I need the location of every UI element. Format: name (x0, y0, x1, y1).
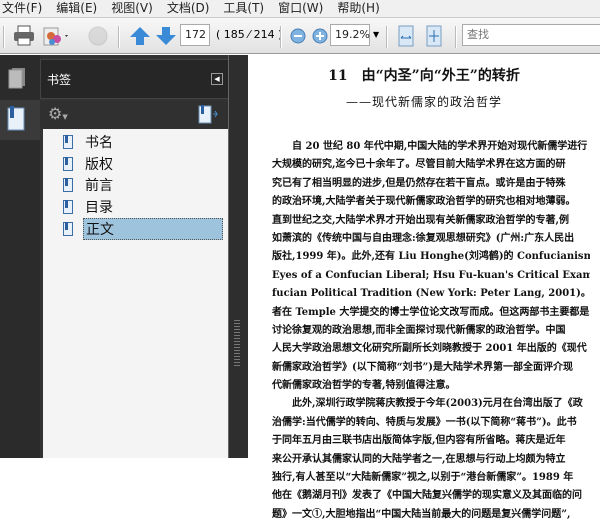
splitter-grip[interactable] (234, 320, 240, 368)
search-input[interactable] (462, 24, 600, 46)
text-line: 代新儒家政治哲学的专著,特别值得注意。 (272, 380, 456, 392)
text-line: 治儒学:当代儒学的转向、特质与发展》一书(以下简称“蒋书”)。此书 (272, 416, 577, 428)
previous-page-icon[interactable] (128, 24, 152, 48)
bookmarks-panel: 书签 ◀ ⚙▼ 书名 版权 前言 目录 正文 (40, 55, 230, 458)
toolbar-separator (3, 26, 5, 48)
menu-view[interactable]: 视图(V) (111, 0, 153, 17)
bookmarks-tab-icon[interactable] (0, 100, 40, 140)
zoom-in-icon[interactable] (312, 28, 328, 52)
zoom-level-input[interactable]: 19.2% (330, 24, 370, 46)
expand-bookmark-icon[interactable] (198, 105, 220, 129)
zoom-dropdown-icon[interactable]: ▼ (373, 30, 379, 39)
text-line: 他在《鹅湖月刊》发表了《中国大陆复兴儒学的现实意义及其面临的问 (272, 490, 582, 502)
text-line: 于同年五月由三联书店出版简体字版,但内容有所省略。蒋庆是近年 (272, 435, 566, 447)
page-count: ( 185 ⁄ 214 ) (216, 28, 283, 41)
bookmark-icon (63, 222, 73, 236)
text-line: 新儒家政治哲学》(以下简称“刘书”)是大陆学术界第一部全面评介现 (272, 361, 573, 373)
chapter-title: 11 由“内圣”向“外王”的转折 (328, 68, 520, 84)
text-line: 来公开承认其儒家认同的大陆学者之一,在思想与行动上均颇为特立 (272, 453, 566, 465)
next-page-icon[interactable] (154, 24, 178, 48)
menu-document[interactable]: 文档(D) (167, 0, 210, 17)
text-line: 此外,深圳行政学院蒋庆教授于今年(2003)元月在台湾出版了《政 (292, 398, 583, 410)
bookmark-item[interactable]: 书名 (63, 132, 115, 152)
bookmark-icon (63, 178, 73, 192)
text-line: 如萧滨的《传统中国与自由理念:徐复观思想研究》(广州:广东人民出 (272, 232, 575, 244)
menu-help[interactable]: 帮助(H) (337, 0, 379, 17)
document-page: 11 由“内圣”向“外王”的转折 ——现代新儒家的政治哲学 自 20 世纪 80… (248, 55, 600, 520)
panel-header: 书签 ◀ (40, 59, 230, 99)
toolbar-separator (455, 26, 457, 48)
zoom-out-icon[interactable] (290, 28, 306, 52)
text-line: 直到世纪之交,大陆学术界才开始出现有关新儒家政治哲学的专著,例 (272, 214, 569, 226)
text-line: 自 20 世纪 80 年代中期,中国大陆的学术界开始对现代新儒学进行 (292, 141, 588, 152)
toolbar-separator (118, 26, 120, 48)
options-gear-icon[interactable]: ⚙▼ (48, 104, 68, 123)
panel-title: 书签 (47, 73, 72, 87)
bookmark-item[interactable]: 前言 (63, 175, 115, 195)
text-line: 大规模的研究,迄今已十余年了。尽管目前大陆学术界在这方面的研 (272, 159, 566, 171)
toolbar-separator (386, 26, 388, 48)
menu-tools[interactable]: 工具(T) (223, 0, 264, 17)
text-line: 题》一文①,大胆地指出“中国大陆当前最大的问题是复兴儒学问题”, (272, 508, 571, 520)
bookmark-item[interactable]: 版权 (63, 154, 115, 174)
bookmark-icon (63, 135, 73, 149)
navigation-strip (0, 55, 40, 458)
bookmark-item[interactable]: 目录 (63, 197, 115, 217)
pages-icon[interactable] (8, 67, 26, 93)
menu-file[interactable]: 文件(F) (2, 0, 42, 17)
fit-page-icon[interactable] (426, 24, 442, 48)
menu-bar: 文件(F) 编辑(E) 视图(V) 文档(D) 工具(T) 窗口(W) 帮助(H… (0, 0, 600, 18)
bookmark-list: 书名 版权 前言 目录 正文 (43, 129, 228, 458)
chapter-subtitle: ——现代新儒家的政治哲学 (345, 95, 502, 109)
globe-icon (86, 24, 110, 48)
fit-width-icon[interactable] (398, 24, 414, 48)
menu-edit[interactable]: 编辑(E) (56, 0, 97, 17)
text-line: 的政治环境,大陆学者关于现代新儒家政治哲学的研究也相对地薄弱。 (272, 196, 576, 208)
text-line: Eyes of a Confucian Liberal; Hsu Fu-kuan… (272, 269, 590, 281)
toolbar-separator (280, 26, 282, 48)
text-line: 者在 Temple 大学提交的博士学位论文改写而成。但这两部书主要都是 (272, 306, 590, 318)
text-line: 独行,有人甚至以“大陆新儒家”视之,以别于“港台新儒家”。1989 年 (272, 472, 574, 484)
text-line: 讨论徐复观的政治思想,而非全面探讨现代新儒家的政治哲学。中国 (272, 324, 566, 336)
page-number-input[interactable]: 172 (180, 24, 210, 46)
bookmark-icon (63, 200, 73, 214)
text-line: 版社,1999 年)。此外,还有 Liu Honghe(刘鸿鹤)的 Confuc… (272, 251, 590, 263)
text-line: fucian Political Tradition (New York: Pe… (272, 288, 590, 300)
panel-splitter[interactable] (228, 55, 248, 458)
menu-window[interactable]: 窗口(W) (278, 0, 323, 17)
bookmark-item-selected[interactable]: 正文 (63, 218, 223, 240)
print-icon[interactable] (12, 24, 36, 48)
toolbar: 172 ( 185 ⁄ 214 ) 19.2% ▼ (0, 18, 600, 54)
bookmark-icon (63, 157, 73, 171)
body-text: 自 20 世纪 80 年代中期,中国大陆的学术界开始对现代新儒学进行大规模的研究… (272, 138, 590, 524)
collaborate-icon[interactable] (42, 24, 72, 48)
collapse-panel-button[interactable]: ◀ (211, 73, 223, 85)
text-line: 人民大学政治思想文化研究所副所长刘晓教授于 2001 年出版的《现代 (272, 343, 587, 355)
panel-toolbar: ⚙▼ (40, 101, 230, 129)
text-line: 究已有了相当明显的进步,但是仍然存在若干盲点。或许是由于特殊 (272, 177, 566, 189)
